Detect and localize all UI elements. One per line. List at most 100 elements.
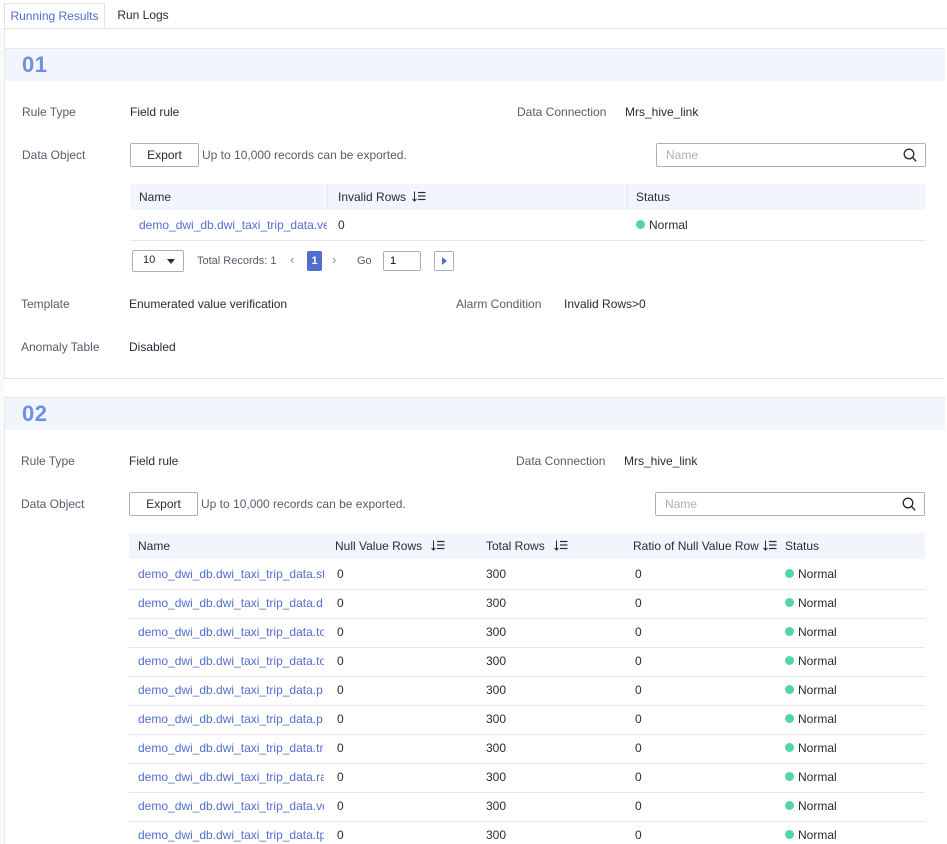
column-header-null-ratio[interactable]: Ratio of Null Value Row	[633, 533, 783, 559]
table-row: demo_dwi_db.dwi_taxi_trip_data.st... 0 3…	[129, 560, 925, 590]
row-name-link[interactable]: demo_dwi_db.dwi_taxi_trip_data.ve...	[138, 792, 324, 821]
row-null-ratio: 0	[635, 712, 642, 726]
row-total-rows: 300	[486, 712, 507, 726]
status-dot-icon	[785, 743, 794, 753]
results-table: Name Invalid Rows Status demo_dwi_db.dwi…	[130, 184, 926, 241]
prev-page-icon[interactable]: ‹	[290, 252, 294, 267]
search-input[interactable]	[666, 147, 886, 163]
row-name-link[interactable]: demo_dwi_db.dwi_taxi_trip_data.tri...	[138, 734, 324, 763]
data-connection-value: Mrs_hive_link	[625, 105, 699, 119]
row-name-link[interactable]: demo_dwi_db.dwi_taxi_trip_data.tp...	[138, 821, 324, 844]
row-status: Normal	[785, 589, 885, 618]
row-status: Normal	[636, 211, 756, 240]
result-section-02: 02 Rule Type Field rule Data Connection …	[5, 397, 945, 844]
status-dot-icon	[785, 772, 794, 782]
row-total-rows: 300	[486, 799, 507, 813]
export-button[interactable]: Export	[130, 143, 199, 167]
row-total-rows: 300	[486, 683, 507, 697]
table-row: demo_dwi_db.dwi_taxi_trip_data.ve... 0 N…	[130, 211, 926, 241]
status-dot-icon	[785, 714, 794, 724]
row-status: Normal	[785, 705, 885, 734]
rule-type-value: Field rule	[130, 105, 180, 119]
table-row: demo_dwi_db.dwi_taxi_trip_data.to... 0 3…	[129, 618, 925, 648]
column-header-name: Name	[139, 190, 172, 204]
column-divider	[627, 184, 628, 210]
row-null-rows: 0	[337, 596, 344, 610]
search-icon[interactable]	[903, 148, 917, 162]
row-status: Normal	[785, 647, 885, 676]
go-label: Go	[357, 255, 372, 267]
data-object-label: Data Object	[22, 148, 86, 162]
row-name-link[interactable]: demo_dwi_db.dwi_taxi_trip_data.p...	[138, 676, 324, 705]
name-search-field	[655, 492, 925, 516]
table-header: Name Invalid Rows Status	[130, 184, 926, 210]
table-row: demo_dwi_db.dwi_taxi_trip_data.ve... 0 3…	[129, 792, 925, 822]
row-name-link[interactable]: demo_dwi_db.dwi_taxi_trip_data.to...	[138, 647, 324, 676]
data-connection-label: Data Connection	[516, 454, 606, 468]
table-row: demo_dwi_db.dwi_taxi_trip_data.tp... 0 3…	[129, 821, 925, 844]
data-object-label: Data Object	[21, 497, 85, 511]
row-name-link[interactable]: demo_dwi_db.dwi_taxi_trip_data.p...	[138, 705, 324, 734]
row-null-rows: 0	[337, 625, 344, 639]
row-total-rows: 300	[486, 770, 507, 784]
row-null-rows: 0	[337, 770, 344, 784]
rule-type-label: Rule Type	[22, 105, 76, 119]
row-name-link[interactable]: demo_dwi_db.dwi_taxi_trip_data.ve...	[139, 211, 327, 240]
table-header: Name Null Value Rows Total Rows Ratio of…	[129, 533, 925, 559]
column-header-total-rows[interactable]: Total Rows	[486, 533, 626, 559]
row-null-ratio: 0	[635, 799, 642, 813]
column-divider	[327, 184, 328, 210]
anomaly-table-label: Anomaly Table	[21, 340, 100, 354]
row-name-link[interactable]: demo_dwi_db.dwi_taxi_trip_data.d...	[138, 589, 324, 618]
row-name-link[interactable]: demo_dwi_db.dwi_taxi_trip_data.st...	[138, 560, 324, 589]
sort-icon[interactable]	[431, 540, 445, 552]
row-null-ratio: 0	[635, 741, 642, 755]
tab-running-results[interactable]: Running Results	[4, 3, 105, 28]
export-hint: Up to 10,000 records can be exported.	[201, 497, 406, 511]
status-dot-icon	[785, 569, 794, 579]
next-page-icon[interactable]: ›	[332, 252, 336, 267]
table-row: demo_dwi_db.dwi_taxi_trip_data.p... 0 30…	[129, 676, 925, 706]
row-total-rows: 300	[486, 567, 507, 581]
table-row: demo_dwi_db.dwi_taxi_trip_data.to... 0 3…	[129, 647, 925, 677]
row-null-rows: 0	[337, 828, 344, 842]
row-null-rows: 0	[337, 567, 344, 581]
search-input[interactable]	[665, 496, 885, 512]
status-dot-icon	[785, 598, 794, 608]
rule-type-value: Field rule	[129, 454, 179, 468]
row-null-rows: 0	[337, 683, 344, 697]
page-number-current[interactable]: 1	[307, 251, 322, 271]
column-header-invalid-rows[interactable]: Invalid Rows	[338, 184, 618, 210]
row-name-link[interactable]: demo_dwi_db.dwi_taxi_trip_data.to...	[138, 618, 324, 647]
tab-run-logs[interactable]: Run Logs	[108, 3, 178, 28]
row-status: Normal	[785, 763, 885, 792]
go-page-input[interactable]	[390, 253, 416, 269]
page-size-select[interactable]: 10	[132, 250, 184, 272]
row-null-rows: 0	[337, 741, 344, 755]
go-page-input-box	[383, 251, 421, 271]
status-dot-icon	[785, 830, 794, 840]
data-connection-value: Mrs_hive_link	[624, 454, 698, 468]
row-status: Normal	[785, 560, 885, 589]
sort-icon[interactable]	[553, 540, 568, 552]
name-search-field	[656, 143, 926, 167]
column-header-null-value-rows[interactable]: Null Value Rows	[335, 533, 475, 559]
row-total-rows: 300	[486, 741, 507, 755]
sort-icon[interactable]	[762, 540, 777, 552]
search-icon[interactable]	[902, 497, 916, 511]
export-button[interactable]: Export	[129, 492, 198, 516]
table-row: demo_dwi_db.dwi_taxi_trip_data.p... 0 30…	[129, 705, 925, 735]
alarm-condition-label: Alarm Condition	[456, 297, 542, 311]
status-dot-icon	[785, 627, 794, 637]
go-page-button[interactable]	[434, 251, 454, 271]
column-header-status: Status	[785, 539, 820, 553]
sort-icon[interactable]	[412, 191, 426, 203]
row-null-ratio: 0	[635, 625, 642, 639]
row-null-rows: 0	[337, 654, 344, 668]
row-status: Normal	[785, 618, 885, 647]
row-status: Normal	[785, 676, 885, 705]
row-null-ratio: 0	[635, 654, 642, 668]
column-header-status: Status	[636, 190, 671, 204]
row-null-rows: 0	[337, 712, 344, 726]
row-name-link[interactable]: demo_dwi_db.dwi_taxi_trip_data.ra...	[138, 763, 324, 792]
